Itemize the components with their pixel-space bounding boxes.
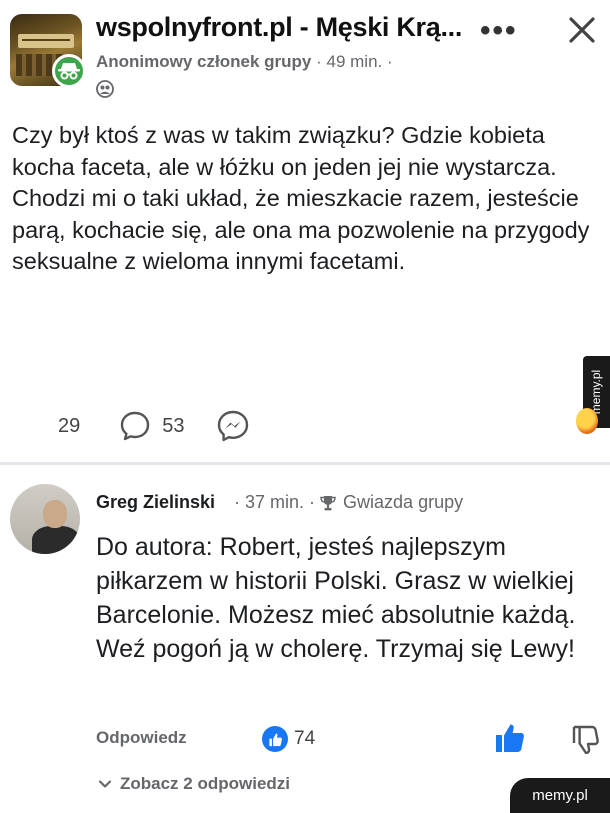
like-icon: [262, 726, 288, 752]
meta-separator: ·: [386, 52, 393, 71]
post-stats: 29 53: [58, 408, 251, 444]
close-icon: [569, 17, 595, 43]
comment-likes[interactable]: 74: [262, 726, 315, 752]
chevron-down-icon: [98, 780, 112, 788]
commenter-name[interactable]: Greg Zielinski: [96, 492, 215, 513]
privacy-icon: [96, 80, 114, 98]
view-replies-label: Zobacz 2 odpowiedzi: [120, 774, 291, 793]
trophy-icon: [320, 495, 336, 510]
comment-meta: · 37 min. · Gwiazda grupy: [234, 492, 463, 513]
more-options-button[interactable]: •••: [480, 14, 518, 48]
group-title[interactable]: wspolnyfront.pl - Męski Krą...: [96, 12, 462, 43]
reaction-bubble: [576, 408, 598, 434]
watermark-side-text: memy.pl: [589, 369, 604, 415]
view-replies-link[interactable]: Zobacz 2 odpowiedzi: [98, 774, 290, 794]
meta-separator: ·: [316, 52, 322, 71]
anonymous-icon: [52, 54, 86, 88]
post-comment-count[interactable]: 53: [162, 415, 184, 438]
divider: [0, 462, 610, 465]
thumb-up-icon[interactable]: [494, 722, 526, 754]
post-like-count[interactable]: 29: [58, 415, 80, 438]
post-author[interactable]: Anonimowy członek grupy: [96, 52, 311, 71]
watermark-corner-text: memy.pl: [532, 787, 588, 804]
avatar[interactable]: [10, 484, 80, 554]
comment-icon[interactable]: [118, 409, 152, 443]
more-icon: •••: [480, 14, 518, 47]
messenger-icon[interactable]: [215, 408, 251, 444]
reply-button[interactable]: Odpowiedz: [96, 728, 187, 748]
comment-time[interactable]: · 37 min. ·: [234, 492, 315, 513]
close-button[interactable]: [566, 14, 598, 46]
comment-like-count: 74: [294, 728, 316, 749]
avatar-head: [43, 500, 67, 528]
watermark-corner: memy.pl: [510, 778, 610, 813]
group-avatar-banner: [18, 34, 74, 48]
post-body: Czy był ktoś z was w takim związku? Gdzi…: [12, 122, 590, 274]
post-text: Czy był ktoś z was w takim związku? Gdzi…: [12, 120, 602, 278]
thumb-down-icon[interactable]: [570, 724, 600, 754]
comment-text: Do autora: Robert, jesteś najlepszym pił…: [96, 533, 576, 663]
avatar-shirt: [32, 526, 80, 554]
status-badge: Gwiazda grupy: [343, 492, 464, 512]
post-author-line: Anonimowy członek grupy · 49 min. ·: [96, 52, 393, 72]
post-time[interactable]: 49 min.: [327, 52, 383, 71]
